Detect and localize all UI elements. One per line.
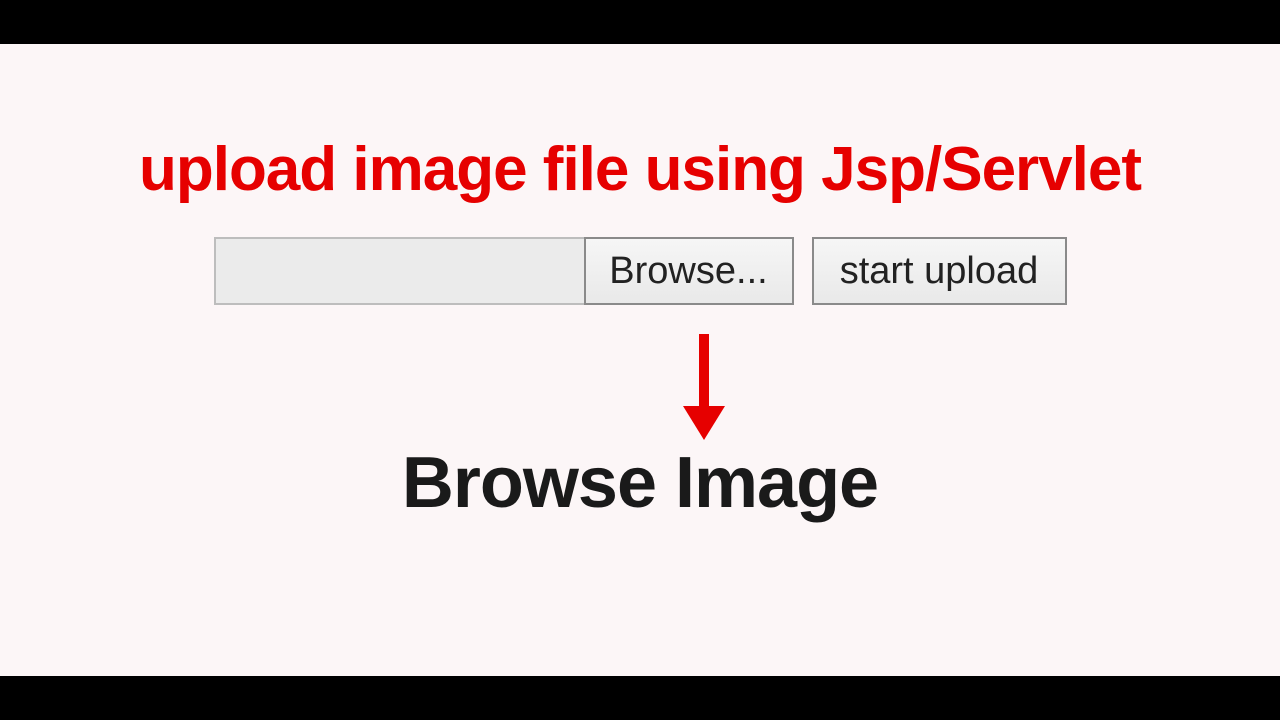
down-arrow-icon — [683, 334, 723, 444]
start-upload-button[interactable]: start upload — [812, 237, 1067, 305]
page-title: upload image file using Jsp/Servlet — [0, 134, 1280, 205]
annotation-subtitle: Browse Image — [0, 442, 1280, 524]
browse-button[interactable]: Browse... — [584, 237, 794, 305]
letterbox-top — [0, 0, 1280, 44]
letterbox-bottom — [0, 676, 1280, 720]
file-input-group: Browse... — [214, 237, 794, 305]
page-content: upload image file using Jsp/Servlet Brow… — [0, 44, 1280, 676]
upload-form-row: Browse... start upload — [0, 237, 1280, 305]
file-path-input[interactable] — [214, 237, 584, 305]
